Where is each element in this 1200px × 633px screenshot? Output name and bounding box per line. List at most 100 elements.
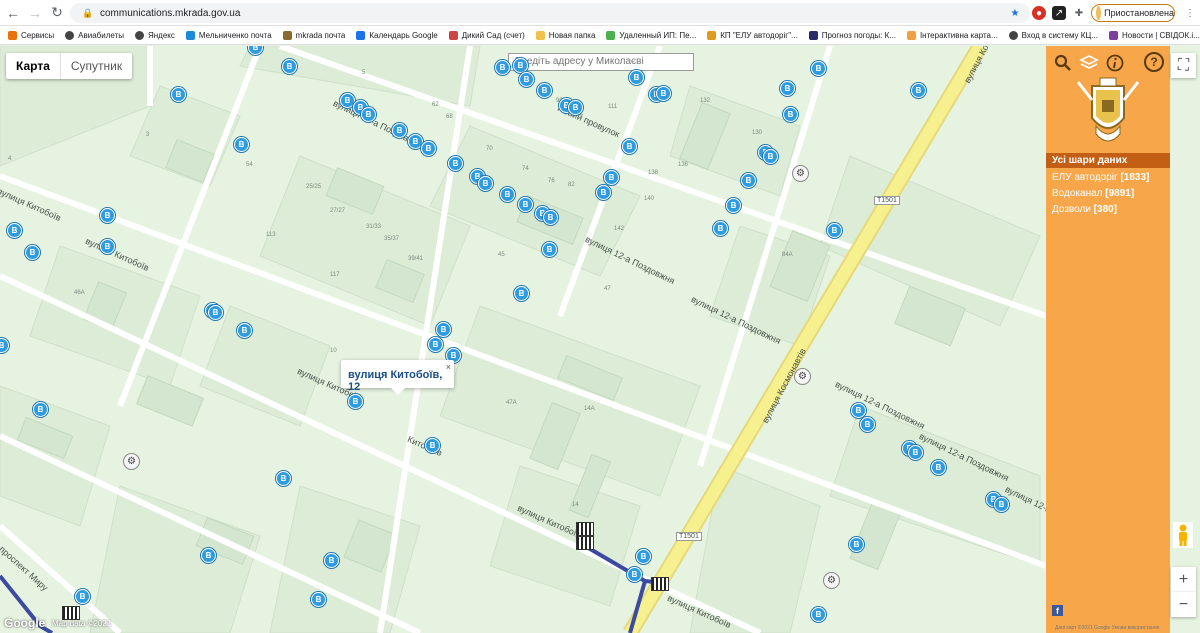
address-bar[interactable]: 🔒 communications.mkrada.gov.ua — [70, 3, 1030, 23]
valve-marker[interactable]: В — [713, 221, 728, 236]
bookmark-item[interactable]: КП "ЕЛУ автодоріг"... — [707, 30, 798, 40]
valve-marker[interactable]: В — [7, 223, 22, 238]
valve-marker[interactable]: В — [518, 197, 533, 212]
valve-marker[interactable]: В — [436, 322, 451, 337]
valve-marker[interactable]: В — [604, 170, 619, 185]
valve-marker[interactable]: В — [100, 239, 115, 254]
bookmark-item[interactable]: Новая папка — [535, 30, 595, 40]
valve-marker[interactable]: В — [208, 305, 223, 320]
valve-marker[interactable]: В — [726, 198, 741, 213]
menu-dots-icon[interactable]: ⋮ — [1183, 6, 1197, 20]
crossing-marker-icon[interactable] — [576, 536, 594, 550]
bookmark-item[interactable]: Новости | СВІДОК.i... — [1109, 30, 1200, 40]
valve-marker[interactable]: В — [237, 323, 252, 338]
bookmark-item[interactable]: Мельниченко почта — [185, 30, 272, 40]
valve-marker[interactable]: В — [324, 553, 339, 568]
extension-icon-2[interactable]: ↗ — [1052, 6, 1066, 20]
search-icon[interactable] — [1052, 52, 1074, 74]
valve-marker[interactable]: В — [361, 107, 376, 122]
valve-marker[interactable]: В — [908, 445, 923, 460]
valve-marker[interactable]: В — [513, 58, 528, 73]
valve-marker[interactable]: В — [495, 60, 510, 75]
valve-marker[interactable]: В — [75, 589, 90, 604]
bookmark-item[interactable]: Сервисы — [8, 30, 54, 40]
valve-marker[interactable]: В — [514, 286, 529, 301]
valve-marker[interactable]: В — [931, 460, 946, 475]
valve-marker[interactable]: В — [542, 242, 557, 257]
valve-marker[interactable]: В — [596, 185, 611, 200]
bookmark-item[interactable]: Яндекс — [134, 30, 175, 40]
manhole-marker-icon[interactable]: ⚙ — [823, 572, 840, 589]
crossing-marker-icon[interactable] — [651, 577, 669, 591]
valve-marker[interactable]: В — [851, 403, 866, 418]
popup-close-icon[interactable]: × — [446, 362, 451, 372]
manhole-marker-icon[interactable]: ⚙ — [123, 453, 140, 470]
layers-icon[interactable] — [1078, 52, 1100, 74]
bookmark-item[interactable]: Інтерактивна карта... — [906, 30, 998, 40]
layer-item[interactable]: ЕЛУ автодоріг [1833] — [1052, 172, 1149, 183]
valve-marker[interactable]: В — [478, 176, 493, 191]
street-view-pegman-icon[interactable] — [1173, 522, 1193, 548]
bookmark-item[interactable]: Удаленный ИП: Пе... — [606, 30, 696, 40]
valve-marker[interactable]: В — [622, 139, 637, 154]
map-terms[interactable]: Дані карт ©2021 Google Умови використанн… — [1055, 625, 1159, 631]
valve-marker[interactable]: В — [25, 245, 40, 260]
facebook-icon[interactable]: f — [1052, 605, 1063, 616]
valve-marker[interactable]: В — [911, 83, 926, 98]
layer-item[interactable]: Дозволи [380] — [1052, 204, 1117, 215]
valve-marker[interactable]: В — [543, 210, 558, 225]
back-icon[interactable]: ← — [4, 4, 22, 22]
valve-marker[interactable]: В — [234, 137, 249, 152]
valve-marker[interactable]: В — [537, 83, 552, 98]
fullscreen-button[interactable]: ⛶ — [1171, 53, 1196, 78]
valve-marker[interactable]: В — [656, 86, 671, 101]
valve-marker[interactable]: В — [811, 607, 826, 622]
valve-marker[interactable]: В — [780, 81, 795, 96]
valve-marker[interactable]: В — [201, 548, 216, 563]
valve-marker[interactable]: В — [849, 537, 864, 552]
bookmark-item[interactable]: Вход в систему КЦ... — [1008, 30, 1098, 40]
valve-marker[interactable]: В — [282, 59, 297, 74]
info-icon[interactable] — [1104, 52, 1126, 74]
valve-marker[interactable]: В — [100, 208, 115, 223]
valve-marker[interactable]: В — [783, 107, 798, 122]
valve-marker[interactable]: В — [860, 417, 875, 432]
crossing-marker-icon[interactable] — [62, 606, 80, 620]
extension-icon-1[interactable]: ● — [1032, 6, 1046, 20]
valve-marker[interactable]: В — [348, 394, 363, 409]
valve-marker[interactable]: В — [994, 497, 1009, 512]
valve-marker[interactable]: В — [500, 187, 515, 202]
manhole-marker-icon[interactable]: ⚙ — [792, 165, 809, 182]
bookmark-item[interactable]: mkrada почта — [282, 30, 345, 40]
valve-marker[interactable]: В — [276, 471, 291, 486]
valve-marker[interactable]: В — [519, 72, 534, 87]
valve-marker[interactable]: В — [425, 438, 440, 453]
valve-marker[interactable]: В — [827, 223, 842, 238]
valve-marker[interactable]: В — [627, 567, 642, 582]
map-type-map-button[interactable]: Карта — [6, 53, 60, 79]
reload-icon[interactable]: ↻ — [48, 4, 66, 22]
bookmark-star-icon[interactable]: ★ — [1008, 6, 1022, 20]
valve-marker[interactable]: В — [428, 337, 443, 352]
valve-marker[interactable]: В — [741, 173, 756, 188]
valve-marker[interactable]: В — [448, 156, 463, 171]
layer-item[interactable]: Водоканал [9891] — [1052, 188, 1134, 199]
help-icon[interactable]: ? — [1144, 52, 1164, 72]
valve-marker[interactable]: В — [421, 141, 436, 156]
bookmark-item[interactable]: Авиабилеты — [65, 30, 124, 40]
bookmark-item[interactable]: Прогноз погоды: К... — [808, 30, 896, 40]
bookmark-item[interactable]: Дикий Сад (счет) — [448, 30, 525, 40]
zoom-in-button[interactable]: + — [1171, 567, 1196, 592]
extensions-puzzle-icon[interactable]: ✚ — [1072, 6, 1086, 20]
layer-all-data[interactable]: Усі шари даних — [1046, 153, 1170, 168]
zoom-out-button[interactable]: − — [1171, 592, 1196, 617]
valve-marker[interactable]: В — [763, 149, 778, 164]
crossing-marker-icon[interactable] — [576, 522, 594, 536]
valve-marker[interactable]: В — [171, 87, 186, 102]
valve-marker[interactable]: В — [629, 70, 644, 85]
bookmark-item[interactable]: Календарь Google — [356, 30, 438, 40]
valve-marker[interactable]: В — [811, 61, 826, 76]
map-canvas[interactable]: вулиця 12-а Поздовжня вулиця 12-а Поздов… — [0, 46, 1200, 633]
valve-marker[interactable]: В — [311, 592, 326, 607]
profile-button[interactable]: Приостановлена — [1091, 4, 1175, 22]
